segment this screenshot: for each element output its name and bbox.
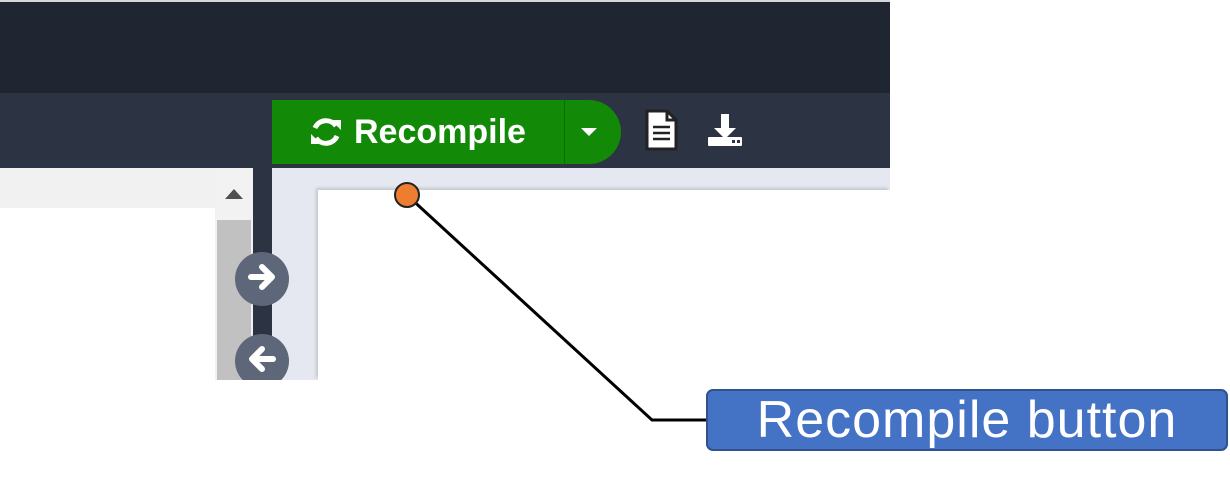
app-screenshot bbox=[0, 0, 890, 380]
download-pdf-button[interactable] bbox=[705, 110, 745, 154]
caret-down-icon bbox=[581, 128, 597, 136]
download-icon bbox=[705, 110, 745, 155]
arrow-right-icon bbox=[245, 260, 279, 299]
toggle-pdf-panel-button[interactable] bbox=[235, 252, 289, 306]
callout-text: Recompile button bbox=[756, 391, 1178, 449]
refresh-icon bbox=[306, 112, 346, 152]
logs-button[interactable] bbox=[641, 109, 681, 156]
screenshot-bottom-edge bbox=[0, 380, 320, 487]
recompile-label: Recompile bbox=[354, 112, 526, 151]
editor-header-strip bbox=[0, 168, 215, 208]
pdf-page bbox=[318, 190, 890, 380]
pointer-marker bbox=[394, 182, 420, 208]
triangle-up-icon bbox=[225, 189, 243, 199]
callout-label: Recompile button bbox=[706, 389, 1228, 451]
arrow-left-icon bbox=[245, 342, 279, 381]
top-bar bbox=[0, 0, 890, 93]
document-icon bbox=[643, 109, 679, 156]
scroll-up-button[interactable] bbox=[215, 168, 253, 220]
recompile-button[interactable]: Recompile bbox=[272, 100, 564, 164]
